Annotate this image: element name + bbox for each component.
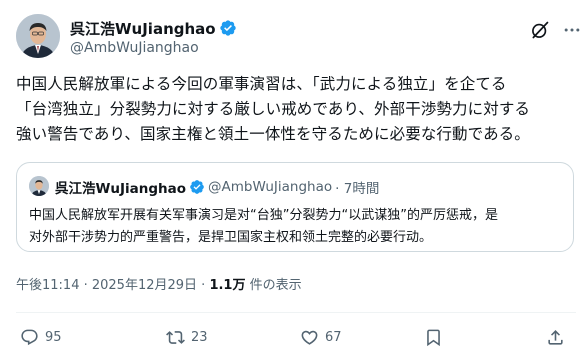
quoted-tweet-body: 中国人民解放军开展有关军事演习是对“台独”分裂势力“以武谋独”的严厉惩戒，是 对… [29, 205, 565, 249]
quoted-author-handle: @AmbWuJianghao [208, 179, 333, 195]
repost-count: 23 [191, 329, 208, 345]
tweet-text-line: 「台湾独立」分裂勢力に対する厳しい戒めであり、外部干渉勢力に対する [16, 100, 531, 118]
quoted-text-line: 中国人民解放军开展有关军事演习是对“台独”分裂势力“以武谋独”的严厉惩戒，是 [29, 208, 498, 223]
reply-icon [21, 329, 38, 345]
reply-button[interactable]: 95 [20, 324, 62, 350]
author-display-name[interactable]: 呉江浩WuJianghao [70, 18, 216, 39]
more-options-icon[interactable] [560, 18, 584, 42]
action-bar: 95 23 67 [16, 324, 576, 350]
tweet-header: 呉江浩WuJianghao @AmbWuJianghao [16, 12, 580, 60]
quoted-text-line: 对外部干涉势力的严重警告，是捍卫国家主权和领土完整的必要行动。 [29, 230, 433, 245]
tweet-text-line: 強い警告であり、国家主権と領土一体性を守るために必要な行動である。 [16, 125, 530, 143]
share-icon [548, 329, 563, 345]
bookmark-icon [427, 329, 440, 346]
quoted-author-avatar [29, 176, 49, 196]
repost-button[interactable]: 23 [166, 324, 208, 350]
quoted-tweet-card[interactable]: 呉江浩WuJianghao @AmbWuJianghao · 7時間 中国人民解… [16, 162, 574, 252]
divider [16, 312, 576, 313]
tweet-text-line: 中国人民解放軍による今回の軍事演習は、「武力による独立」を企てる [16, 75, 507, 93]
like-count: 67 [325, 329, 342, 345]
like-button[interactable]: 67 [300, 324, 342, 350]
share-button[interactable] [546, 324, 565, 350]
quoted-author-name: 呉江浩WuJianghao [55, 181, 187, 197]
view-label: 件の表示 [245, 278, 302, 293]
quoted-tweet-time: · 7時間 [335, 181, 380, 197]
reply-count: 95 [45, 329, 62, 345]
heart-icon [301, 330, 318, 345]
verified-badge-icon [219, 20, 236, 36]
author-name-block: 呉江浩WuJianghao @AmbWuJianghao [70, 18, 237, 56]
grok-icon[interactable] [530, 20, 550, 40]
verified-badge-icon [190, 180, 204, 194]
tweet-meta: 午後11:14 · 2025年12月29日 · 1.1万 件の表示 [16, 274, 302, 293]
tweet-timestamp[interactable]: 午後11:14 · 2025年12月29日 · [16, 278, 209, 293]
author-handle[interactable]: @AmbWuJianghao [70, 40, 237, 56]
bookmark-button[interactable] [424, 324, 443, 350]
author-avatar[interactable] [16, 14, 60, 58]
view-count: 1.1万 [209, 278, 246, 293]
tweet-body: 中国人民解放軍による今回の軍事演習は、「武力による独立」を企てる 「台湾独立」分… [16, 72, 576, 147]
quoted-tweet-header: 呉江浩WuJianghao @AmbWuJianghao · 7時間 [55, 177, 379, 197]
repost-icon [166, 330, 185, 344]
